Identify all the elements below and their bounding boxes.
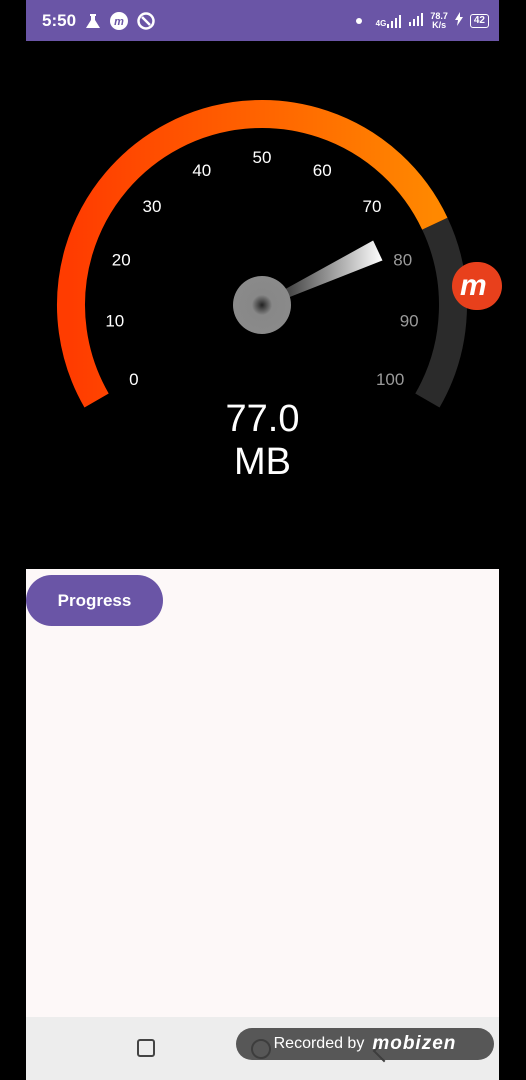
gauge-value: 77.0 <box>225 398 300 440</box>
notification-dot-icon <box>355 17 362 24</box>
signal-4g-icon: 4G <box>376 14 403 28</box>
recording-watermark: Recorded by mobizen <box>236 1028 494 1060</box>
battery-indicator: 42 <box>469 13 489 28</box>
gauge-tick-label: 80 <box>393 250 412 269</box>
gauge-needle <box>278 240 383 301</box>
network-type: 4G <box>375 18 387 28</box>
gauge-tick-label: 0 <box>129 370 138 389</box>
watermark-label: Recorded by <box>273 1035 365 1052</box>
svg-text:m: m <box>114 16 124 28</box>
network-speed-unit: K/s <box>432 19 447 30</box>
speedometer-gauge: 0 10 20 30 40 50 60 70 80 90 100 <box>57 100 467 408</box>
network-speed: 78.7 K/s <box>430 11 448 30</box>
gauge-tick-label: 40 <box>192 161 211 180</box>
gauge-tick-label: 10 <box>105 311 124 330</box>
gauge-tick-label: 60 <box>313 161 332 180</box>
charging-icon <box>454 12 464 29</box>
gauge-tick-label: 90 <box>400 311 419 330</box>
gauge-hub <box>233 276 291 334</box>
status-bar: 5:50 m 4G 78.7 K/s 42 <box>26 0 499 41</box>
gauge-tick-label: 20 <box>112 250 131 269</box>
mobizen-icon: m <box>109 11 129 31</box>
gauge-arc-remaining <box>415 217 467 408</box>
status-time: 5:50 <box>42 10 77 30</box>
progress-button[interactable]: Progress <box>26 575 163 626</box>
gauge-tick-label: 50 <box>253 148 272 167</box>
recent-apps-icon[interactable] <box>137 1039 155 1057</box>
flask-icon <box>84 12 102 30</box>
gauge-unit: MB <box>234 441 291 483</box>
gauge-tick-label: 30 <box>143 197 162 216</box>
speedometer: 0 10 20 30 40 50 60 70 80 90 100 77.0 MB <box>26 41 499 569</box>
gauge-tick-label: 70 <box>363 197 382 216</box>
content-area: Progress <box>26 569 499 1017</box>
mobizen-floating-button[interactable]: m <box>452 262 502 310</box>
data-saver-icon <box>136 11 156 31</box>
watermark-brand: mobizen <box>372 1033 457 1054</box>
signal-icon <box>408 12 424 29</box>
gauge-tick-label: 100 <box>376 370 404 389</box>
